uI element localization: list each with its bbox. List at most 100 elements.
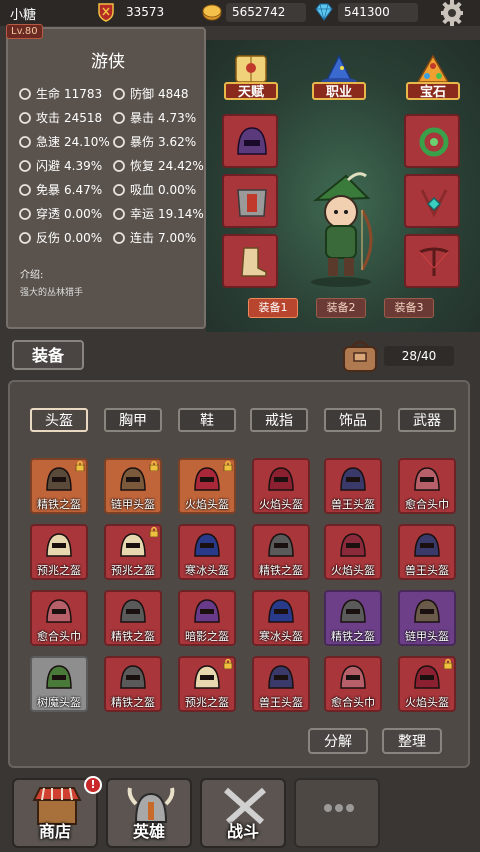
helmet-icon	[120, 533, 146, 557]
equipment-item[interactable]: 火焰头盔	[178, 458, 236, 514]
job-button[interactable]: 职业	[312, 54, 366, 100]
class-name: 游侠	[91, 52, 125, 72]
gold-resource: 5652742	[202, 2, 306, 22]
lock-icon	[223, 658, 233, 669]
item-name: 树魔头盔	[37, 696, 81, 709]
shield-icon	[113, 87, 125, 100]
crit-icon	[113, 111, 125, 124]
stat-pierce: 穿透 0.00%	[18, 205, 102, 222]
equipment-item[interactable]: 寒冰头盔	[252, 590, 310, 646]
gem-button[interactable]: 宝石	[406, 54, 460, 100]
equipment-item[interactable]: 精铁之盔	[252, 524, 310, 580]
item-name: 愈合头巾	[37, 630, 81, 643]
crossbow-icon	[419, 247, 449, 276]
stat-crit: 暴击 4.73%	[112, 109, 196, 126]
shop-alert-badge: !	[84, 776, 102, 794]
equipment-item[interactable]: 兽王头盔	[398, 524, 456, 580]
equipment-item[interactable]: 精铁之盔	[104, 590, 162, 646]
equipment-item[interactable]: 愈合头巾	[324, 656, 382, 712]
helmet-icon	[194, 599, 220, 623]
bag-capacity: 28/40	[384, 346, 454, 366]
nav-hero-label: 英雄	[132, 822, 165, 841]
accessory-slot[interactable]	[404, 174, 460, 228]
item-name: 火焰头盔	[331, 564, 375, 577]
category-tab[interactable]: 胸甲	[104, 408, 162, 432]
helmet-icon	[340, 665, 366, 689]
equipment-item[interactable]: 寒冰头盔	[178, 524, 236, 580]
equipment-item[interactable]: 愈合头巾	[30, 590, 88, 646]
equipment-item[interactable]: 兽王头盔	[252, 656, 310, 712]
stat-value: 3.62%	[158, 134, 197, 149]
equipment-item[interactable]: 预兆之盔	[178, 656, 236, 712]
luck-icon	[113, 207, 125, 220]
helmet-icon	[46, 467, 72, 491]
helmet-icon	[120, 599, 146, 623]
equipment-item[interactable]: 暗影之盔	[178, 590, 236, 646]
character-scene: 天赋 职业 宝石	[206, 40, 480, 332]
equipment-item[interactable]: 火焰头盔	[398, 656, 456, 712]
nav-more[interactable]	[294, 778, 380, 848]
equipment-item[interactable]: 精铁之盔	[324, 590, 382, 646]
talent-book-icon	[235, 55, 267, 83]
equipment-item[interactable]: 链甲头盔	[398, 590, 456, 646]
category-tab[interactable]: 戒指	[250, 408, 308, 432]
stat-crit-damage: 暴伤 3.62%	[112, 133, 196, 150]
lock-icon	[223, 460, 233, 471]
diamond-value: 541300	[338, 2, 418, 22]
power-value: 33573	[126, 4, 165, 19]
chest-slot[interactable]	[222, 174, 278, 228]
dark-helmet-icon	[237, 127, 267, 155]
equipment-item[interactable]: 兽王头盔	[324, 458, 382, 514]
boots-slot[interactable]	[222, 234, 278, 288]
stat-label: 反伤	[36, 231, 61, 245]
stat-label: 吸血	[130, 183, 155, 197]
stat-shield: 防御 4848	[112, 85, 189, 102]
item-name: 火焰头盔	[185, 498, 229, 511]
item-name: 预兆之盔	[37, 564, 81, 577]
weapon-slot[interactable]	[404, 234, 460, 288]
player-name: 小糖	[10, 8, 37, 23]
stat-combo: 连击 7.00%	[112, 229, 196, 246]
equipment-item[interactable]: 精铁之盔	[30, 458, 88, 514]
top-bar: 小糖 33573 5652742 541300	[0, 0, 480, 26]
decompose-button[interactable]: 分解	[308, 728, 368, 754]
item-name: 寒冰头盔	[185, 564, 229, 577]
equipment-item[interactable]: 火焰头盔	[252, 458, 310, 514]
equipment-item[interactable]: 链甲头盔	[104, 458, 162, 514]
stat-value: 24.42%	[158, 158, 204, 173]
helmet-icon	[120, 467, 146, 491]
equipment-item[interactable]: 预兆之盔	[104, 524, 162, 580]
set-tab-2[interactable]: 装备2	[316, 298, 366, 318]
stat-sword: 攻击 24518	[18, 109, 102, 126]
category-tab[interactable]: 头盔	[30, 408, 88, 432]
sort-button[interactable]: 整理	[382, 728, 442, 754]
category-tab[interactable]: 武器	[398, 408, 456, 432]
intro-text: 强大的丛林猎手	[20, 288, 84, 298]
nav-hero[interactable]: 英雄	[106, 778, 192, 848]
stat-value: 0.00%	[64, 206, 103, 221]
stat-heart: 生命 11783	[18, 85, 102, 102]
item-name: 兽王头盔	[331, 498, 375, 511]
nav-battle[interactable]: 战斗	[200, 778, 286, 848]
category-tab[interactable]: 鞋	[178, 408, 236, 432]
category-tab[interactable]: 饰品	[324, 408, 382, 432]
stat-label: 连击	[130, 231, 155, 245]
nav-shop[interactable]: ! 商店	[12, 776, 102, 848]
set-tab-3[interactable]: 装备3	[384, 298, 434, 318]
equipment-item[interactable]: 树魔头盔	[30, 656, 88, 712]
equipment-item[interactable]: 预兆之盔	[30, 524, 88, 580]
stat-label: 防御	[130, 87, 155, 101]
stat-label: 暴伤	[130, 135, 155, 149]
gear-icon[interactable]	[438, 0, 466, 26]
item-name: 火焰头盔	[405, 696, 449, 709]
ring-slot[interactable]	[404, 114, 460, 168]
helmet-slot[interactable]	[222, 114, 278, 168]
equipment-item[interactable]: 火焰头盔	[324, 524, 382, 580]
item-name: 寒冰头盔	[259, 630, 303, 643]
stat-value: 0.00%	[64, 230, 103, 245]
haste-icon	[19, 135, 31, 148]
equipment-item[interactable]: 精铁之盔	[104, 656, 162, 712]
talent-button[interactable]: 天赋	[224, 54, 278, 100]
equipment-item[interactable]: 愈合头巾	[398, 458, 456, 514]
set-tab-1[interactable]: 装备1	[248, 298, 298, 318]
